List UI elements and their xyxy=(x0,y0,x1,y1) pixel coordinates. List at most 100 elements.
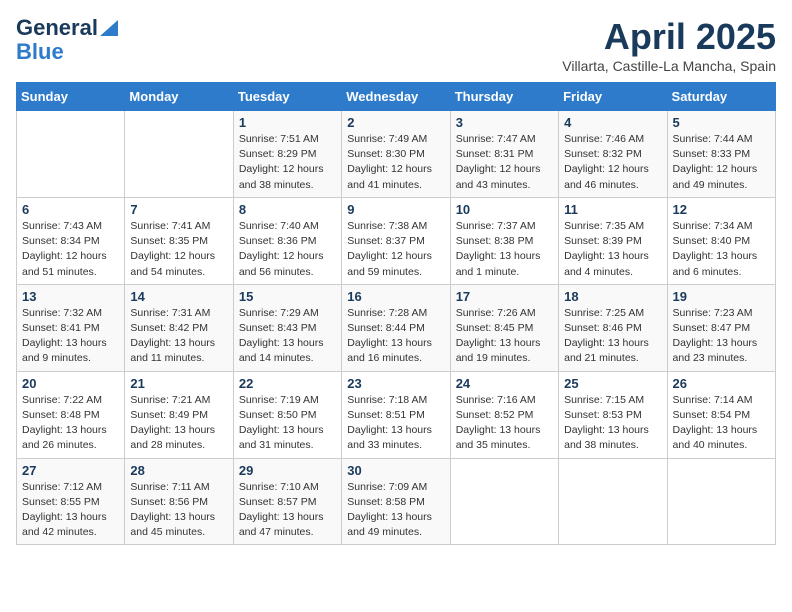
calendar-cell: 7 Sunrise: 7:41 AM Sunset: 8:35 PM Daylig… xyxy=(125,197,233,284)
day-number: 12 xyxy=(673,202,770,217)
calendar-cell: 13 Sunrise: 7:32 AM Sunset: 8:41 PM Dayli… xyxy=(17,284,125,371)
calendar-cell: 8Sunrise: 7:40 AM Sunset: 8:36 PM Daylig… xyxy=(233,197,341,284)
day-info: Sunrise: 7:22 AM Sunset: 8:48 PM Dayligh… xyxy=(22,393,119,454)
day-info: Sunrise: 7:38 AM Sunset: 8:37 PM Dayligh… xyxy=(347,219,444,280)
calendar-cell xyxy=(667,458,775,545)
col-header-saturday: Saturday xyxy=(667,83,775,111)
day-info: Sunrise: 7:21 AM Sunset: 8:49 PM Dayligh… xyxy=(130,393,227,454)
calendar-cell: 15 Sunrise: 7:29 AM Sunset: 8:43 PM Dayli… xyxy=(233,284,341,371)
calendar-cell: 2 Sunrise: 7:49 AM Sunset: 8:30 PM Daylig… xyxy=(342,111,450,198)
day-info: Sunrise: 7:35 AM Sunset: 8:39 PM Dayligh… xyxy=(564,219,661,280)
day-info: Sunrise: 7:32 AM Sunset: 8:41 PM Dayligh… xyxy=(22,306,119,367)
day-number: 23 xyxy=(347,376,444,391)
calendar-cell: 19 Sunrise: 7:23 AM Sunset: 8:47 PM Dayli… xyxy=(667,284,775,371)
day-number: 21 xyxy=(130,376,227,391)
calendar-table: SundayMondayTuesdayWednesdayThursdayFrid… xyxy=(16,82,776,545)
day-info: Sunrise: 7:09 AM Sunset: 8:58 PM Dayligh… xyxy=(347,480,444,541)
calendar-cell xyxy=(559,458,667,545)
title-area: April 2025 Villarta, Castille-La Mancha,… xyxy=(562,16,776,74)
col-header-monday: Monday xyxy=(125,83,233,111)
calendar-week-4: 20 Sunrise: 7:22 AM Sunset: 8:48 PM Dayli… xyxy=(17,371,776,458)
day-number: 10 xyxy=(456,202,553,217)
day-number: 27 xyxy=(22,463,119,478)
day-info: Sunrise: 7:18 AM Sunset: 8:51 PM Dayligh… xyxy=(347,393,444,454)
calendar-week-5: 27 Sunrise: 7:12 AM Sunset: 8:55 PM Dayli… xyxy=(17,458,776,545)
calendar-cell: 29 Sunrise: 7:10 AM Sunset: 8:57 PM Dayli… xyxy=(233,458,341,545)
day-info: Sunrise: 7:44 AM Sunset: 8:33 PM Dayligh… xyxy=(673,132,770,193)
calendar-cell: 4 Sunrise: 7:46 AM Sunset: 8:32 PM Daylig… xyxy=(559,111,667,198)
day-info: Sunrise: 7:11 AM Sunset: 8:56 PM Dayligh… xyxy=(130,480,227,541)
day-info: Sunrise: 7:26 AM Sunset: 8:45 PM Dayligh… xyxy=(456,306,553,367)
day-info: Sunrise: 7:10 AM Sunset: 8:57 PM Dayligh… xyxy=(239,480,336,541)
day-number: 20 xyxy=(22,376,119,391)
day-number: 19 xyxy=(673,289,770,304)
day-number: 26 xyxy=(673,376,770,391)
calendar-cell: 22 Sunrise: 7:19 AM Sunset: 8:50 PM Dayli… xyxy=(233,371,341,458)
day-info: Sunrise: 7:47 AM Sunset: 8:31 PM Dayligh… xyxy=(456,132,553,193)
day-number: 1 xyxy=(239,115,336,130)
day-info: Sunrise: 7:28 AM Sunset: 8:44 PM Dayligh… xyxy=(347,306,444,367)
day-number: 6 xyxy=(22,202,119,217)
calendar-cell: 5 Sunrise: 7:44 AM Sunset: 8:33 PM Daylig… xyxy=(667,111,775,198)
day-number: 8 xyxy=(239,202,336,217)
day-info: Sunrise: 7:49 AM Sunset: 8:30 PM Dayligh… xyxy=(347,132,444,193)
calendar-cell: 6 Sunrise: 7:43 AM Sunset: 8:34 PM Daylig… xyxy=(17,197,125,284)
day-info: Sunrise: 7:31 AM Sunset: 8:42 PM Dayligh… xyxy=(130,306,227,367)
day-number: 15 xyxy=(239,289,336,304)
day-number: 11 xyxy=(564,202,661,217)
col-header-sunday: Sunday xyxy=(17,83,125,111)
day-info: Sunrise: 7:19 AM Sunset: 8:50 PM Dayligh… xyxy=(239,393,336,454)
calendar-cell: 24 Sunrise: 7:16 AM Sunset: 8:52 PM Dayli… xyxy=(450,371,558,458)
day-info: Sunrise: 7:25 AM Sunset: 8:46 PM Dayligh… xyxy=(564,306,661,367)
day-number: 3 xyxy=(456,115,553,130)
day-number: 24 xyxy=(456,376,553,391)
col-header-thursday: Thursday xyxy=(450,83,558,111)
day-info: Sunrise: 7:37 AM Sunset: 8:38 PM Dayligh… xyxy=(456,219,553,280)
day-number: 16 xyxy=(347,289,444,304)
day-info: Sunrise: 7:29 AM Sunset: 8:43 PM Dayligh… xyxy=(239,306,336,367)
calendar-cell: 18 Sunrise: 7:25 AM Sunset: 8:46 PM Dayli… xyxy=(559,284,667,371)
day-number: 28 xyxy=(130,463,227,478)
month-year-title: April 2025 xyxy=(562,16,776,58)
day-info: Sunrise: 7:34 AM Sunset: 8:40 PM Dayligh… xyxy=(673,219,770,280)
day-info: Sunrise: 7:23 AM Sunset: 8:47 PM Dayligh… xyxy=(673,306,770,367)
calendar-week-3: 13 Sunrise: 7:32 AM Sunset: 8:41 PM Dayli… xyxy=(17,284,776,371)
header: General Blue April 2025 Villarta, Castil… xyxy=(16,16,776,74)
calendar-cell: 27 Sunrise: 7:12 AM Sunset: 8:55 PM Dayli… xyxy=(17,458,125,545)
calendar-cell: 23 Sunrise: 7:18 AM Sunset: 8:51 PM Dayli… xyxy=(342,371,450,458)
calendar-cell: 14 Sunrise: 7:31 AM Sunset: 8:42 PM Dayli… xyxy=(125,284,233,371)
day-info: Sunrise: 7:12 AM Sunset: 8:55 PM Dayligh… xyxy=(22,480,119,541)
day-info: Sunrise: 7:41 AM Sunset: 8:35 PM Dayligh… xyxy=(130,219,227,280)
logo-general: General xyxy=(16,16,98,40)
day-number: 14 xyxy=(130,289,227,304)
calendar-cell: 16 Sunrise: 7:28 AM Sunset: 8:44 PM Dayli… xyxy=(342,284,450,371)
day-info: Sunrise: 7:16 AM Sunset: 8:52 PM Dayligh… xyxy=(456,393,553,454)
calendar-cell: 1Sunrise: 7:51 AM Sunset: 8:29 PM Daylig… xyxy=(233,111,341,198)
day-number: 2 xyxy=(347,115,444,130)
calendar-cell: 9Sunrise: 7:38 AM Sunset: 8:37 PM Daylig… xyxy=(342,197,450,284)
day-info: Sunrise: 7:43 AM Sunset: 8:34 PM Dayligh… xyxy=(22,219,119,280)
day-info: Sunrise: 7:46 AM Sunset: 8:32 PM Dayligh… xyxy=(564,132,661,193)
col-header-friday: Friday xyxy=(559,83,667,111)
calendar-week-2: 6 Sunrise: 7:43 AM Sunset: 8:34 PM Daylig… xyxy=(17,197,776,284)
calendar-cell: 10 Sunrise: 7:37 AM Sunset: 8:38 PM Dayli… xyxy=(450,197,558,284)
logo-blue: Blue xyxy=(16,40,64,64)
calendar-cell xyxy=(450,458,558,545)
day-number: 4 xyxy=(564,115,661,130)
calendar-cell: 26 Sunrise: 7:14 AM Sunset: 8:54 PM Dayli… xyxy=(667,371,775,458)
day-info: Sunrise: 7:14 AM Sunset: 8:54 PM Dayligh… xyxy=(673,393,770,454)
logo: General Blue xyxy=(16,16,118,64)
calendar-cell xyxy=(125,111,233,198)
calendar-cell: 11 Sunrise: 7:35 AM Sunset: 8:39 PM Dayli… xyxy=(559,197,667,284)
day-number: 29 xyxy=(239,463,336,478)
calendar-cell: 3 Sunrise: 7:47 AM Sunset: 8:31 PM Daylig… xyxy=(450,111,558,198)
day-number: 22 xyxy=(239,376,336,391)
day-number: 5 xyxy=(673,115,770,130)
calendar-week-1: 1Sunrise: 7:51 AM Sunset: 8:29 PM Daylig… xyxy=(17,111,776,198)
day-number: 7 xyxy=(130,202,227,217)
day-number: 18 xyxy=(564,289,661,304)
location-subtitle: Villarta, Castille-La Mancha, Spain xyxy=(562,58,776,74)
day-number: 13 xyxy=(22,289,119,304)
col-header-wednesday: Wednesday xyxy=(342,83,450,111)
calendar-cell: 21 Sunrise: 7:21 AM Sunset: 8:49 PM Dayli… xyxy=(125,371,233,458)
